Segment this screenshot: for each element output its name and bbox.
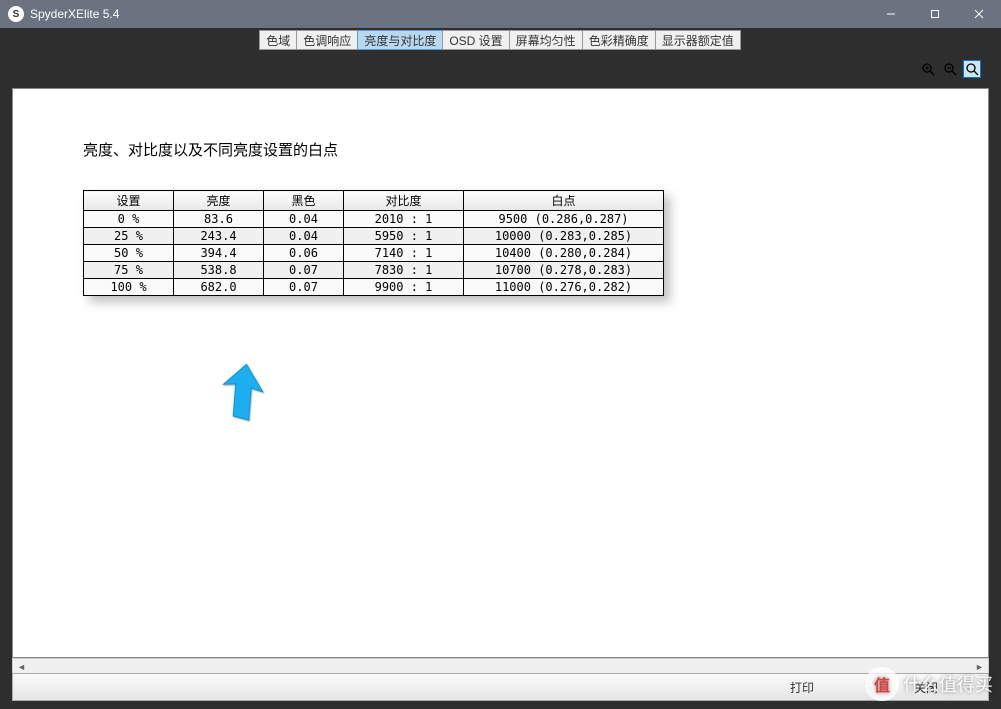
col-header-black: 黑色 bbox=[264, 191, 344, 211]
tab-brightness-contrast[interactable]: 亮度与对比度 bbox=[357, 30, 443, 50]
page-heading: 亮度、对比度以及不同亮度设置的白点 bbox=[83, 139, 918, 160]
close-button[interactable] bbox=[957, 0, 1001, 28]
cell-brightness: 83.6 bbox=[174, 211, 264, 228]
cell-black: 0.04 bbox=[264, 211, 344, 228]
content-area: 亮度、对比度以及不同亮度设置的白点 设置 亮度 黑色 对比度 白点 0 %83.… bbox=[12, 88, 989, 675]
table-header-row: 设置 亮度 黑色 对比度 白点 bbox=[84, 191, 664, 211]
table-row: 100 %682.00.079900 : 111000 (0.276,0.282… bbox=[84, 279, 664, 296]
table-row: 25 %243.40.045950 : 110000 (0.283,0.285) bbox=[84, 228, 664, 245]
window-titlebar: S SpyderXElite 5.4 bbox=[0, 0, 1001, 28]
cell-black: 0.07 bbox=[264, 262, 344, 279]
cell-black: 0.07 bbox=[264, 279, 344, 296]
cell-setting: 75 % bbox=[84, 262, 174, 279]
cell-whitepoint: 10000 (0.283,0.285) bbox=[464, 228, 664, 245]
minimize-button[interactable] bbox=[869, 0, 913, 28]
table-row: 0 %83.60.042010 : 19500 (0.286,0.287) bbox=[84, 211, 664, 228]
app-icon: S bbox=[8, 6, 24, 22]
cell-brightness: 538.8 bbox=[174, 262, 264, 279]
col-header-contrast: 对比度 bbox=[344, 191, 464, 211]
cell-black: 0.04 bbox=[264, 228, 344, 245]
col-header-brightness: 亮度 bbox=[174, 191, 264, 211]
app-body: 色域 色调响应 亮度与对比度 OSD 设置 屏幕均匀性 色彩精确度 显示器额定值… bbox=[0, 28, 1001, 709]
tab-bar: 色域 色调响应 亮度与对比度 OSD 设置 屏幕均匀性 色彩精确度 显示器额定值 bbox=[12, 30, 989, 50]
print-button[interactable]: 打印 bbox=[770, 677, 834, 698]
cell-whitepoint: 10400 (0.280,0.284) bbox=[464, 245, 664, 262]
cell-contrast: 5950 : 1 bbox=[344, 228, 464, 245]
col-header-whitepoint: 白点 bbox=[464, 191, 664, 211]
zoom-toolbar bbox=[919, 60, 981, 78]
table-row: 75 %538.80.077830 : 110700 (0.278,0.283) bbox=[84, 262, 664, 279]
footer-bar: 打印 关闭 bbox=[12, 673, 989, 701]
cell-setting: 100 % bbox=[84, 279, 174, 296]
cell-setting: 0 % bbox=[84, 211, 174, 228]
tab-osd-settings[interactable]: OSD 设置 bbox=[442, 30, 509, 50]
col-header-setting: 设置 bbox=[84, 191, 174, 211]
cell-contrast: 7830 : 1 bbox=[344, 262, 464, 279]
window-title: SpyderXElite 5.4 bbox=[30, 7, 119, 21]
cell-setting: 25 % bbox=[84, 228, 174, 245]
tab-uniformity[interactable]: 屏幕均匀性 bbox=[509, 30, 583, 50]
scroll-left-arrow-icon[interactable]: ◄ bbox=[13, 659, 30, 674]
zoom-in-button[interactable] bbox=[919, 60, 937, 78]
tab-color-accuracy[interactable]: 色彩精确度 bbox=[582, 30, 656, 50]
cell-whitepoint: 10700 (0.278,0.283) bbox=[464, 262, 664, 279]
close-report-button[interactable]: 关闭 bbox=[894, 677, 958, 698]
scroll-right-arrow-icon[interactable]: ► bbox=[971, 659, 988, 674]
report-page: 亮度、对比度以及不同亮度设置的白点 设置 亮度 黑色 对比度 白点 0 %83.… bbox=[13, 89, 988, 346]
cell-setting: 50 % bbox=[84, 245, 174, 262]
cell-whitepoint: 11000 (0.276,0.282) bbox=[464, 279, 664, 296]
cell-contrast: 7140 : 1 bbox=[344, 245, 464, 262]
cell-contrast: 2010 : 1 bbox=[344, 211, 464, 228]
zoom-out-button[interactable] bbox=[941, 60, 959, 78]
tab-monitor-rating[interactable]: 显示器额定值 bbox=[655, 30, 741, 50]
table-row: 50 %394.40.067140 : 110400 (0.280,0.284) bbox=[84, 245, 664, 262]
cell-brightness: 243.4 bbox=[174, 228, 264, 245]
cell-whitepoint: 9500 (0.286,0.287) bbox=[464, 211, 664, 228]
zoom-fit-button[interactable] bbox=[963, 60, 981, 78]
cell-brightness: 394.4 bbox=[174, 245, 264, 262]
report-viewport[interactable]: 亮度、对比度以及不同亮度设置的白点 设置 亮度 黑色 对比度 白点 0 %83.… bbox=[12, 88, 989, 658]
cell-black: 0.06 bbox=[264, 245, 344, 262]
cell-contrast: 9900 : 1 bbox=[344, 279, 464, 296]
cell-brightness: 682.0 bbox=[174, 279, 264, 296]
tab-tone-response[interactable]: 色调响应 bbox=[296, 30, 358, 50]
maximize-button[interactable] bbox=[913, 0, 957, 28]
tab-gamut[interactable]: 色域 bbox=[259, 30, 297, 50]
arrow-annotation-icon bbox=[213, 359, 273, 439]
brightness-table: 设置 亮度 黑色 对比度 白点 0 %83.60.042010 : 19500 … bbox=[83, 190, 664, 296]
